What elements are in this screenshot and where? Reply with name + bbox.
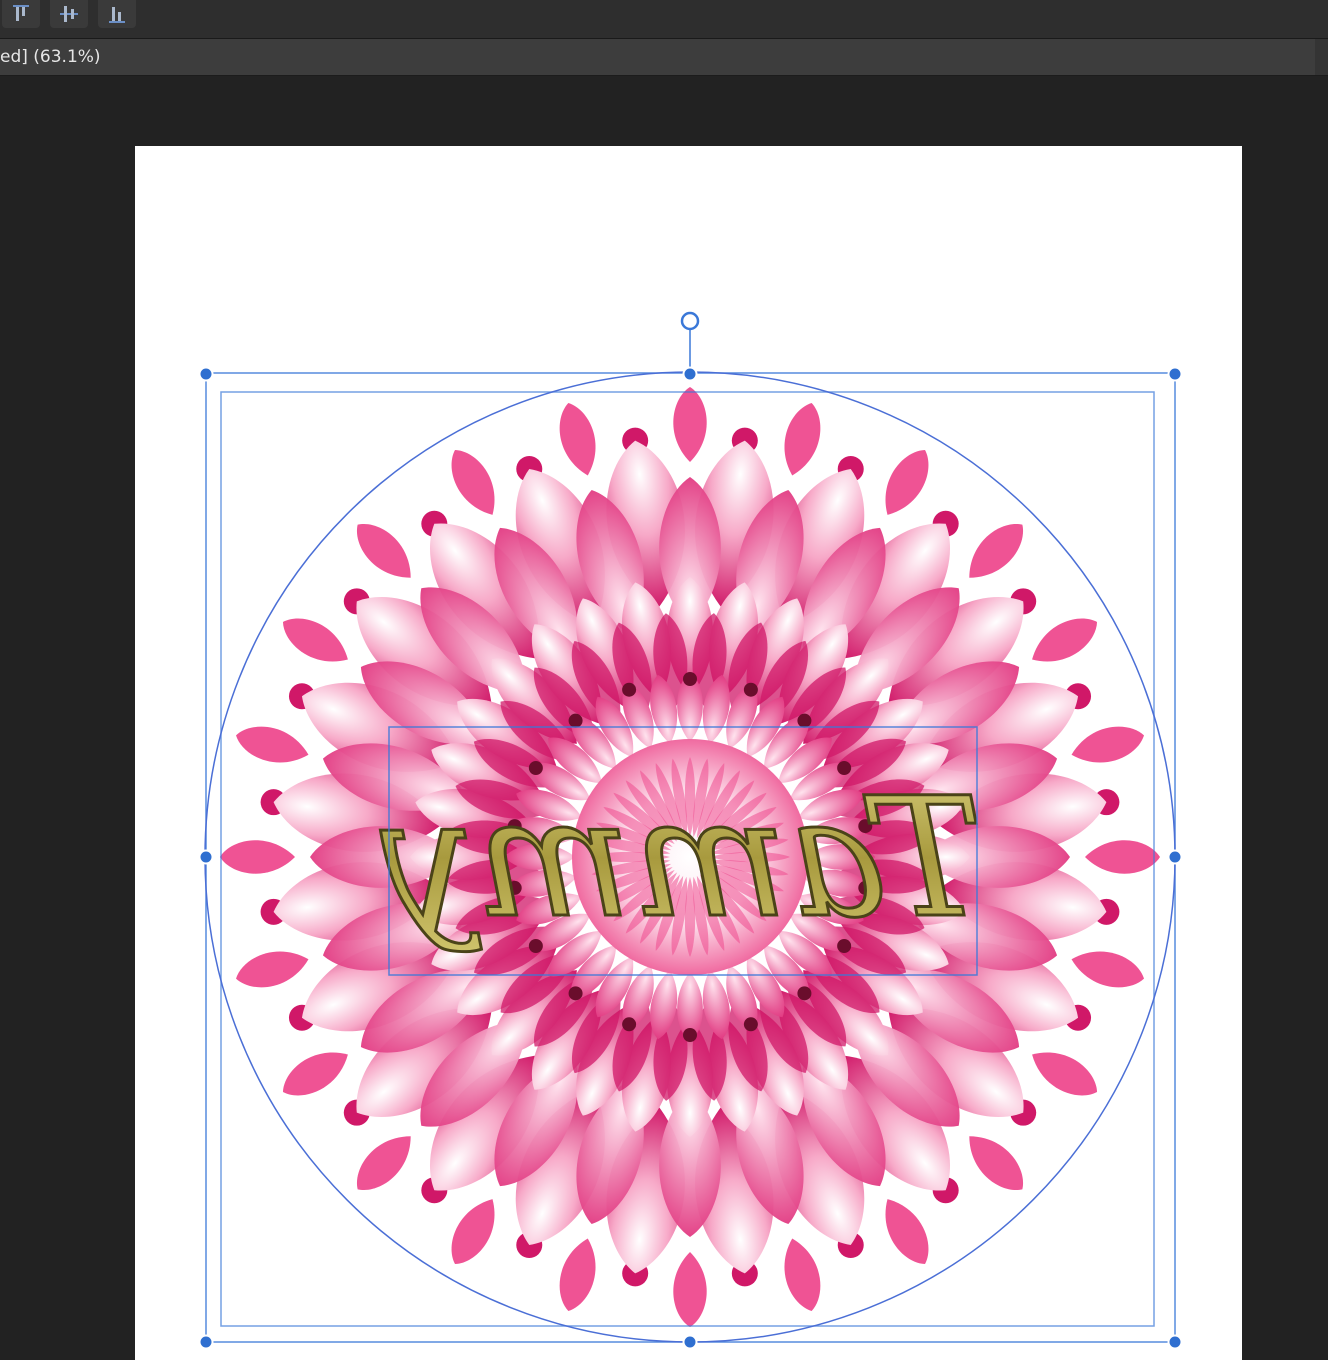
mandala-bead bbox=[683, 672, 697, 686]
handle-middle-right[interactable] bbox=[1167, 849, 1183, 865]
mandala-bead bbox=[568, 986, 583, 1001]
handle-bottom-center[interactable] bbox=[682, 1334, 698, 1350]
mandala-petal bbox=[220, 840, 295, 874]
rotation-handle[interactable] bbox=[680, 311, 700, 331]
mandala-petal bbox=[673, 1252, 707, 1327]
mandala-petal bbox=[784, 1238, 821, 1311]
mandala-bead bbox=[743, 1017, 758, 1032]
mandala-petal bbox=[236, 726, 309, 763]
mandala-bead bbox=[683, 1028, 697, 1042]
mirrored-text-layer[interactable]: Tammy bbox=[379, 761, 986, 956]
mandala-petal bbox=[1085, 840, 1160, 874]
mandala-bead bbox=[568, 713, 583, 728]
mandala-bead bbox=[622, 682, 637, 697]
mandala-petal bbox=[1032, 1052, 1098, 1096]
mandala-petal bbox=[559, 403, 596, 476]
mandala-petal bbox=[969, 1136, 1024, 1191]
mandala-bead bbox=[622, 1017, 637, 1032]
handle-top-center[interactable] bbox=[682, 366, 698, 382]
mandala-petal bbox=[885, 449, 929, 515]
mandala-petal bbox=[969, 523, 1024, 578]
mandala-petal bbox=[1071, 951, 1144, 988]
mandala-bead bbox=[743, 682, 758, 697]
artwork-layer: Tammy bbox=[198, 311, 1183, 1350]
mandala-petal bbox=[451, 449, 495, 515]
mandala-petal bbox=[784, 403, 821, 476]
mandala-petal bbox=[1032, 618, 1098, 662]
handle-bottom-right[interactable] bbox=[1167, 1334, 1183, 1350]
handle-top-left[interactable] bbox=[198, 366, 214, 382]
mandala-bead bbox=[797, 713, 812, 728]
handle-top-right[interactable] bbox=[1167, 366, 1183, 382]
mandala-petal bbox=[282, 1052, 348, 1096]
mandala-petal bbox=[885, 1199, 929, 1265]
mandala-petal bbox=[1071, 726, 1144, 763]
tammy-text: Tammy bbox=[380, 762, 984, 954]
mandala-bead bbox=[797, 986, 812, 1001]
mandala-petal bbox=[236, 951, 309, 988]
mandala-petal bbox=[282, 618, 348, 662]
mandala-petal bbox=[356, 1136, 411, 1191]
handle-middle-left[interactable] bbox=[198, 849, 214, 865]
mandala-petal bbox=[356, 523, 411, 578]
mandala-petal bbox=[451, 1199, 495, 1265]
handle-bottom-left[interactable] bbox=[198, 1334, 214, 1350]
mandala-petal bbox=[673, 387, 707, 462]
mandala-petal bbox=[559, 1238, 596, 1311]
